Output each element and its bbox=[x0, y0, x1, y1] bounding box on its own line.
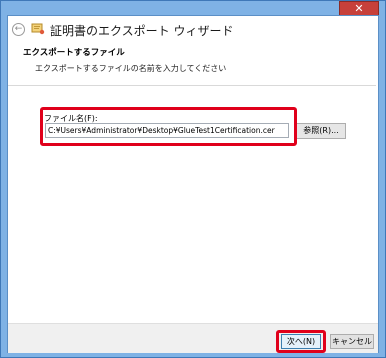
header-divider bbox=[8, 85, 376, 86]
wizard-title: 証明書のエクスポート ウィザード bbox=[50, 24, 234, 38]
close-icon: ✕ bbox=[354, 2, 364, 15]
cancel-button[interactable]: キャンセル bbox=[330, 334, 374, 349]
certificate-icon bbox=[31, 23, 45, 35]
section-title: エクスポートするファイル bbox=[23, 48, 125, 58]
section-subtitle: エクスポートするファイルの名前を入力してください bbox=[35, 64, 227, 73]
browse-button[interactable]: 参照(R)... bbox=[296, 123, 346, 139]
title-row: ← 証明書のエクスポート ウィザード bbox=[8, 16, 378, 44]
wizard-window: ✕ ← 証明書のエクスポート ウィザード エクスポートするファイル エクスポート… bbox=[0, 0, 386, 358]
back-arrow-icon: ← bbox=[14, 24, 23, 34]
next-highlight bbox=[276, 330, 326, 353]
back-button[interactable]: ← bbox=[12, 23, 25, 36]
filename-highlight bbox=[40, 107, 297, 146]
